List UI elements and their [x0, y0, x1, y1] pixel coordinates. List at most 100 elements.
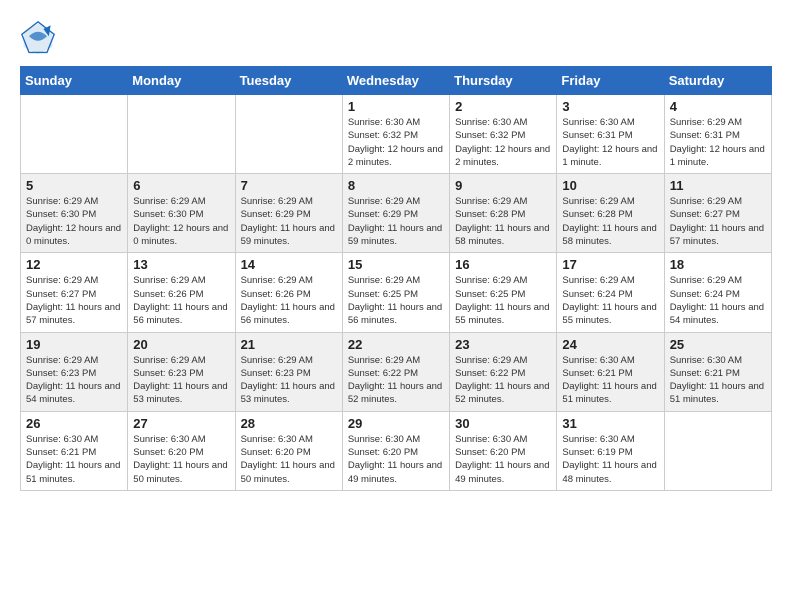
day-info: Sunrise: 6:30 AM Sunset: 6:21 PM Dayligh…: [562, 354, 658, 407]
day-number: 2: [455, 99, 551, 114]
day-number: 16: [455, 257, 551, 272]
day-number: 18: [670, 257, 766, 272]
calendar-cell: 1 Sunrise: 6:30 AM Sunset: 6:32 PM Daylig…: [342, 95, 449, 174]
calendar-table: SundayMondayTuesdayWednesdayThursdayFrid…: [20, 66, 772, 491]
day-info: Sunrise: 6:29 AM Sunset: 6:27 PM Dayligh…: [670, 195, 766, 248]
calendar-cell: 28 Sunrise: 6:30 AM Sunset: 6:20 PM Dayli…: [235, 411, 342, 490]
calendar-cell: 29 Sunrise: 6:30 AM Sunset: 6:20 PM Dayli…: [342, 411, 449, 490]
day-number: 17: [562, 257, 658, 272]
day-number: 25: [670, 337, 766, 352]
weekday-header-friday: Friday: [557, 67, 664, 95]
day-number: 11: [670, 178, 766, 193]
day-number: 20: [133, 337, 229, 352]
calendar-cell: [21, 95, 128, 174]
day-number: 9: [455, 178, 551, 193]
calendar-cell: 10 Sunrise: 6:29 AM Sunset: 6:28 PM Dayli…: [557, 174, 664, 253]
day-number: 31: [562, 416, 658, 431]
calendar-cell: 5 Sunrise: 6:29 AM Sunset: 6:30 PM Daylig…: [21, 174, 128, 253]
calendar-cell: 21Sunrise: 6:29 AM Sunset: 6:23 PM Dayli…: [235, 332, 342, 411]
page: SundayMondayTuesdayWednesdayThursdayFrid…: [0, 0, 792, 612]
day-number: 4: [670, 99, 766, 114]
day-info: Sunrise: 6:30 AM Sunset: 6:32 PM Dayligh…: [348, 116, 444, 169]
day-number: 6: [133, 178, 229, 193]
day-number: 19: [26, 337, 122, 352]
day-info: Sunrise: 6:29 AM Sunset: 6:29 PM Dayligh…: [348, 195, 444, 248]
day-info: Sunrise: 6:29 AM Sunset: 6:30 PM Dayligh…: [133, 195, 229, 248]
day-info: Sunrise: 6:30 AM Sunset: 6:19 PM Dayligh…: [562, 433, 658, 486]
day-number: 30: [455, 416, 551, 431]
calendar-cell: 18 Sunrise: 6:29 AM Sunset: 6:24 PM Dayli…: [664, 253, 771, 332]
day-info: Sunrise: 6:29 AM Sunset: 6:22 PM Dayligh…: [348, 354, 444, 407]
day-info: Sunrise: 6:30 AM Sunset: 6:20 PM Dayligh…: [133, 433, 229, 486]
calendar-cell: 24 Sunrise: 6:30 AM Sunset: 6:21 PM Dayli…: [557, 332, 664, 411]
day-info: Sunrise: 6:29 AM Sunset: 6:28 PM Dayligh…: [562, 195, 658, 248]
day-number: 29: [348, 416, 444, 431]
day-number: 23: [455, 337, 551, 352]
week-row-1: 1 Sunrise: 6:30 AM Sunset: 6:32 PM Daylig…: [21, 95, 772, 174]
day-number: 27: [133, 416, 229, 431]
calendar-cell: 19 Sunrise: 6:29 AM Sunset: 6:23 PM Dayli…: [21, 332, 128, 411]
weekday-header-row: SundayMondayTuesdayWednesdayThursdayFrid…: [21, 67, 772, 95]
calendar-cell: 6 Sunrise: 6:29 AM Sunset: 6:30 PM Daylig…: [128, 174, 235, 253]
day-info: Sunrise: 6:29 AM Sunset: 6:27 PM Dayligh…: [26, 274, 122, 327]
day-info: Sunrise: 6:30 AM Sunset: 6:21 PM Dayligh…: [26, 433, 122, 486]
calendar-cell: 2 Sunrise: 6:30 AM Sunset: 6:32 PM Daylig…: [450, 95, 557, 174]
day-info: Sunrise: 6:29 AM Sunset: 6:31 PM Dayligh…: [670, 116, 766, 169]
calendar-cell: 25Sunrise: 6:30 AM Sunset: 6:21 PM Dayli…: [664, 332, 771, 411]
day-number: 5: [26, 178, 122, 193]
calendar-cell: 23 Sunrise: 6:29 AM Sunset: 6:22 PM Dayli…: [450, 332, 557, 411]
day-info: Sunrise: 6:29 AM Sunset: 6:24 PM Dayligh…: [562, 274, 658, 327]
week-row-4: 19 Sunrise: 6:29 AM Sunset: 6:23 PM Dayli…: [21, 332, 772, 411]
day-info: Sunrise: 6:29 AM Sunset: 6:29 PM Dayligh…: [241, 195, 337, 248]
day-info: Sunrise: 6:30 AM Sunset: 6:20 PM Dayligh…: [455, 433, 551, 486]
day-number: 15: [348, 257, 444, 272]
week-row-2: 5 Sunrise: 6:29 AM Sunset: 6:30 PM Daylig…: [21, 174, 772, 253]
day-info: Sunrise: 6:29 AM Sunset: 6:25 PM Dayligh…: [348, 274, 444, 327]
day-number: 21: [241, 337, 337, 352]
calendar-cell: 31 Sunrise: 6:30 AM Sunset: 6:19 PM Dayli…: [557, 411, 664, 490]
logo-icon: [20, 20, 56, 56]
calendar-cell: [235, 95, 342, 174]
calendar-cell: 11 Sunrise: 6:29 AM Sunset: 6:27 PM Dayli…: [664, 174, 771, 253]
day-number: 28: [241, 416, 337, 431]
calendar-cell: 17 Sunrise: 6:29 AM Sunset: 6:24 PM Dayli…: [557, 253, 664, 332]
weekday-header-wednesday: Wednesday: [342, 67, 449, 95]
weekday-header-tuesday: Tuesday: [235, 67, 342, 95]
day-info: Sunrise: 6:29 AM Sunset: 6:30 PM Dayligh…: [26, 195, 122, 248]
calendar-cell: 14Sunrise: 6:29 AM Sunset: 6:26 PM Dayli…: [235, 253, 342, 332]
calendar-cell: 8 Sunrise: 6:29 AM Sunset: 6:29 PM Daylig…: [342, 174, 449, 253]
weekday-header-monday: Monday: [128, 67, 235, 95]
week-row-5: 26 Sunrise: 6:30 AM Sunset: 6:21 PM Dayli…: [21, 411, 772, 490]
day-info: Sunrise: 6:29 AM Sunset: 6:23 PM Dayligh…: [26, 354, 122, 407]
day-info: Sunrise: 6:30 AM Sunset: 6:20 PM Dayligh…: [241, 433, 337, 486]
day-number: 26: [26, 416, 122, 431]
day-info: Sunrise: 6:29 AM Sunset: 6:24 PM Dayligh…: [670, 274, 766, 327]
weekday-header-thursday: Thursday: [450, 67, 557, 95]
calendar-cell: 9 Sunrise: 6:29 AM Sunset: 6:28 PM Daylig…: [450, 174, 557, 253]
calendar-cell: 3Sunrise: 6:30 AM Sunset: 6:31 PM Daylig…: [557, 95, 664, 174]
week-row-3: 12 Sunrise: 6:29 AM Sunset: 6:27 PM Dayli…: [21, 253, 772, 332]
day-number: 10: [562, 178, 658, 193]
day-number: 8: [348, 178, 444, 193]
day-info: Sunrise: 6:29 AM Sunset: 6:26 PM Dayligh…: [241, 274, 337, 327]
day-info: Sunrise: 6:29 AM Sunset: 6:28 PM Dayligh…: [455, 195, 551, 248]
day-number: 24: [562, 337, 658, 352]
day-number: 13: [133, 257, 229, 272]
day-info: Sunrise: 6:30 AM Sunset: 6:20 PM Dayligh…: [348, 433, 444, 486]
calendar-cell: 26 Sunrise: 6:30 AM Sunset: 6:21 PM Dayli…: [21, 411, 128, 490]
day-info: Sunrise: 6:29 AM Sunset: 6:25 PM Dayligh…: [455, 274, 551, 327]
day-info: Sunrise: 6:30 AM Sunset: 6:32 PM Dayligh…: [455, 116, 551, 169]
day-info: Sunrise: 6:29 AM Sunset: 6:22 PM Dayligh…: [455, 354, 551, 407]
calendar-cell: 15 Sunrise: 6:29 AM Sunset: 6:25 PM Dayli…: [342, 253, 449, 332]
weekday-header-saturday: Saturday: [664, 67, 771, 95]
weekday-header-sunday: Sunday: [21, 67, 128, 95]
calendar-cell: 16 Sunrise: 6:29 AM Sunset: 6:25 PM Dayli…: [450, 253, 557, 332]
calendar-cell: 27 Sunrise: 6:30 AM Sunset: 6:20 PM Dayli…: [128, 411, 235, 490]
day-number: 12: [26, 257, 122, 272]
day-number: 1: [348, 99, 444, 114]
calendar-cell: 13 Sunrise: 6:29 AM Sunset: 6:26 PM Dayli…: [128, 253, 235, 332]
day-number: 22: [348, 337, 444, 352]
day-info: Sunrise: 6:29 AM Sunset: 6:26 PM Dayligh…: [133, 274, 229, 327]
calendar-cell: 12 Sunrise: 6:29 AM Sunset: 6:27 PM Dayli…: [21, 253, 128, 332]
calendar-cell: 30 Sunrise: 6:30 AM Sunset: 6:20 PM Dayli…: [450, 411, 557, 490]
